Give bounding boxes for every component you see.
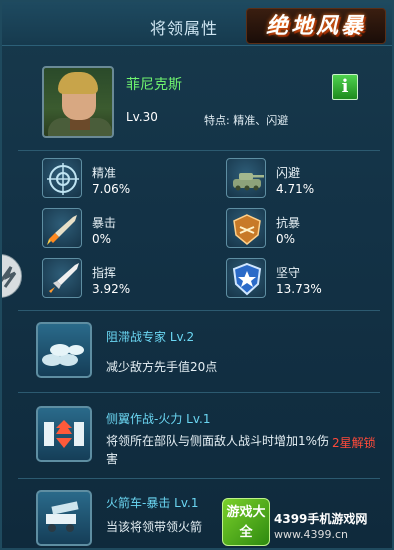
stat-label-crit-resist: 抗暴 [276,216,301,230]
tank-icon [226,158,266,198]
missile-icon [42,258,82,298]
rocket-icon [42,208,82,248]
skill-name: 侧翼作战-火力 Lv.1 [106,412,211,426]
watermark-url: www.4399.cn [274,528,348,541]
unlock-requirement: 2星解锁 [332,436,376,450]
collapse-arrow-button[interactable] [2,254,22,298]
skill-name: 阻滞战专家 Lv.2 [106,330,195,344]
stat-value-accuracy: 7.06% [92,182,131,196]
stat-value-command: 3.92% [92,282,131,296]
skill-desc: 将领所在部队与侧面敌人战斗时增加1%伤害 [106,434,330,466]
game-logo: 绝地风暴 [246,8,386,44]
star-shield-icon [226,258,266,298]
sandbag-icon [36,322,92,378]
commander-name: 菲尼克斯 [126,77,182,93]
commander-level: Lv.30 [126,110,158,124]
shield-badge-icon [226,208,266,248]
stat-label-defense: 坚守 [276,266,301,280]
crosshair-icon [42,158,82,198]
divider [18,310,380,311]
divider [18,478,380,479]
panel-header: 将领属性 绝地风暴 [2,2,392,46]
skill-desc: 减少敌方先手值20点 [106,360,218,374]
divider [18,392,380,393]
commander-portrait[interactable] [42,66,114,138]
stat-label-command: 指挥 [92,266,117,280]
panel-title: 将领属性 [150,19,219,38]
flank-fire-icon [36,406,92,462]
stat-label-crit: 暴击 [92,216,117,230]
stat-label-evasion: 闪避 [276,166,301,180]
divider [18,150,380,151]
stat-value-crit: 0% [92,232,112,246]
stat-value-defense: 13.73% [276,282,322,296]
watermark-badge: 游戏大全 [222,498,270,546]
lightning-arrow-icon [2,266,17,288]
watermark-site: 4399手机游戏网 [274,512,368,526]
info-button[interactable]: i [332,74,358,100]
commander-traits: 特点: 精准、闪避 [204,114,289,127]
stat-value-crit-resist: 0% [276,232,296,246]
stat-value-evasion: 4.71% [276,182,315,196]
skill-name: 火箭车-暴击 Lv.1 [106,496,199,510]
commander-panel: 将领属性 绝地风暴 菲尼克斯 Lv.30 特点: 精准、闪避 i 精准 7.06… [0,0,394,550]
rocket-truck-icon [36,490,92,546]
stat-label-accuracy: 精准 [92,166,117,180]
